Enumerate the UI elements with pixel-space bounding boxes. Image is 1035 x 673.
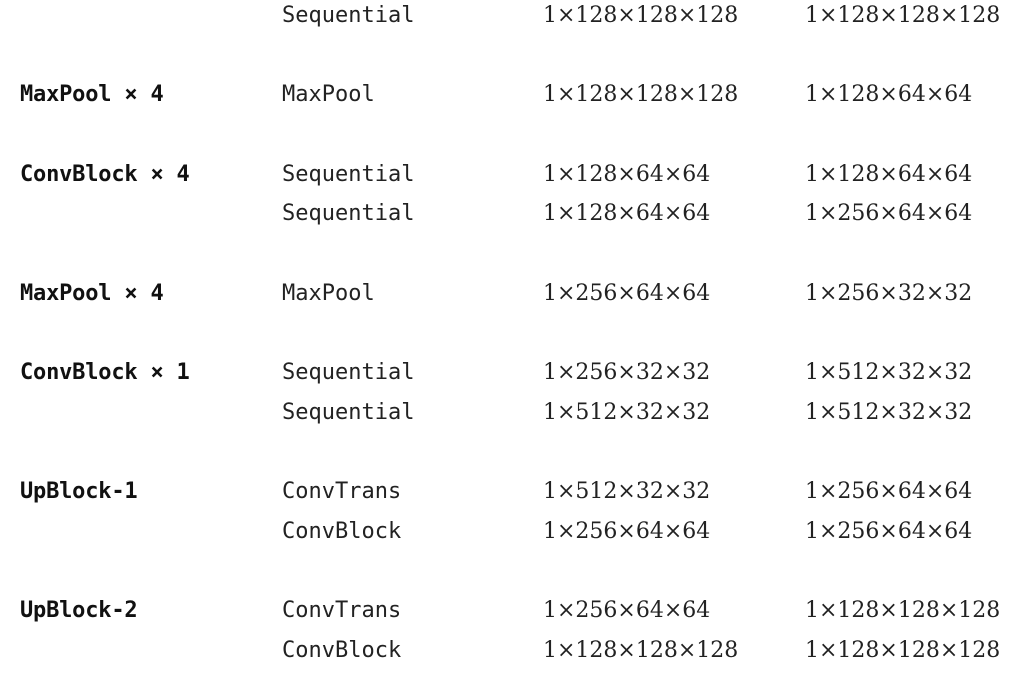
layer-shape-table: Sequential 1×128×128×128 1×128×128×128 M… — [0, 0, 1035, 673]
output-shape: 1×128×128×128 — [805, 3, 1001, 28]
layer-name: Sequential — [282, 3, 415, 28]
input-shape: 1×512×32×32 — [543, 400, 711, 425]
input-shape: 1×128×128×128 — [543, 638, 739, 663]
output-shape: 1×512×32×32 — [805, 400, 973, 425]
input-shape: 1×256×64×64 — [543, 281, 711, 306]
input-shape: 1×256×32×32 — [543, 360, 711, 385]
output-shape: 1×512×32×32 — [805, 360, 973, 385]
output-shape: 1×128×128×128 — [805, 598, 1001, 623]
output-shape: 1×256×32×32 — [805, 281, 973, 306]
output-shape: 1×128×128×128 — [805, 638, 1001, 663]
output-shape: 1×128×64×64 — [805, 82, 973, 107]
block-name: ConvBlock × 4 — [20, 162, 190, 187]
block-name: UpBlock-1 — [20, 479, 138, 504]
layer-name: Sequential — [282, 400, 415, 425]
output-shape: 1×128×64×64 — [805, 162, 973, 187]
layer-name: MaxPool — [282, 82, 375, 107]
block-name: MaxPool × 4 — [20, 281, 164, 306]
input-shape: 1×128×128×128 — [543, 3, 739, 28]
output-shape: 1×256×64×64 — [805, 479, 973, 504]
layer-name: ConvTrans — [282, 479, 402, 504]
block-name: MaxPool × 4 — [20, 82, 164, 107]
layer-name: MaxPool — [282, 281, 375, 306]
layer-name: Sequential — [282, 162, 415, 187]
output-shape: 1×256×64×64 — [805, 519, 973, 544]
layer-name: Sequential — [282, 201, 415, 226]
input-shape: 1×512×32×32 — [543, 479, 711, 504]
input-shape: 1×128×64×64 — [543, 162, 711, 187]
input-shape: 1×256×64×64 — [543, 519, 711, 544]
input-shape: 1×256×64×64 — [543, 598, 711, 623]
layer-name: Sequential — [282, 360, 415, 385]
block-name: ConvBlock × 1 — [20, 360, 190, 385]
block-name: UpBlock-2 — [20, 598, 138, 623]
input-shape: 1×128×64×64 — [543, 201, 711, 226]
layer-name: ConvBlock — [282, 638, 402, 663]
input-shape: 1×128×128×128 — [543, 82, 739, 107]
output-shape: 1×256×64×64 — [805, 201, 973, 226]
layer-name: ConvTrans — [282, 598, 402, 623]
layer-name: ConvBlock — [282, 519, 402, 544]
